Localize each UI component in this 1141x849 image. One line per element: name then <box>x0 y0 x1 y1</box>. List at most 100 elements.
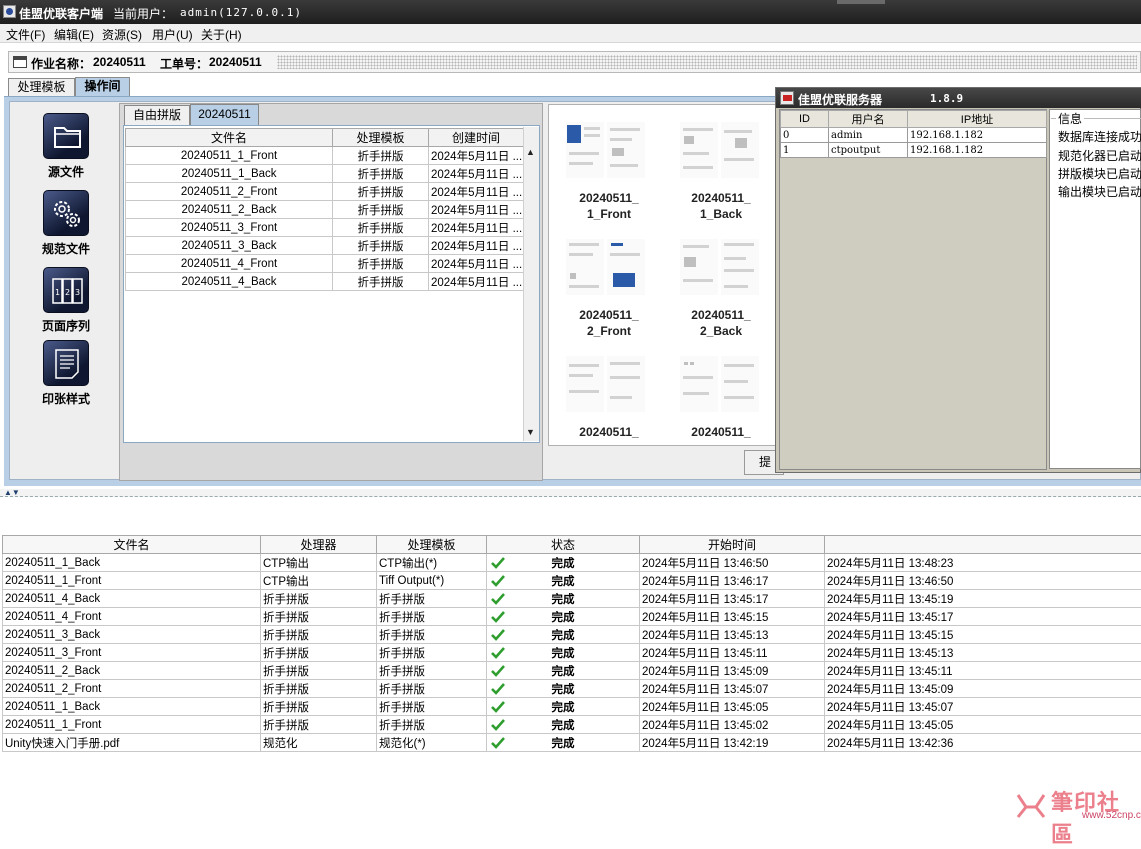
column-header[interactable]: 用户名 <box>829 111 908 128</box>
tab-free-imposition[interactable]: 自由拼版 <box>124 105 190 125</box>
processor-cell: CTP输出 <box>261 554 377 572</box>
tab-job-20240511[interactable]: 20240511 <box>190 104 259 125</box>
column-header[interactable]: 文件名 <box>126 129 333 147</box>
table-row[interactable]: 20240511_1_Front折手拼版2024年5月11日 ... <box>126 147 524 165</box>
end-time-cell: 2024年5月11日 13:42:36 <box>825 734 1141 752</box>
processor-cell: CTP输出 <box>261 572 377 590</box>
table-row[interactable]: 20240511_3_Front折手拼版折手拼版完成2024年5月11日 13:… <box>3 644 1141 662</box>
start-time-cell: 2024年5月11日 13:45:07 <box>640 680 825 698</box>
window-control-button[interactable] <box>837 0 885 4</box>
created-time-cell: 2024年5月11日 ... <box>429 201 524 219</box>
end-time-cell: 2024年5月11日 13:45:07 <box>825 698 1141 716</box>
table-row[interactable]: 20240511_2_Back折手拼版折手拼版完成2024年5月11日 13:4… <box>3 662 1141 680</box>
thumbnail[interactable] <box>680 122 760 180</box>
table-row[interactable]: 20240511_3_Back折手拼版2024年5月11日 ... <box>126 237 524 255</box>
created-time-cell: 2024年5月11日 ... <box>429 219 524 237</box>
tool-normalized-files[interactable]: 规范文件 <box>35 190 97 257</box>
processor-cell: 规范化 <box>261 734 377 752</box>
thumbnail[interactable] <box>680 356 760 414</box>
drag-region[interactable] <box>277 55 1137 69</box>
menu-about[interactable]: 关于(H) <box>201 26 242 43</box>
menu-resources[interactable]: 资源(S) <box>102 26 142 43</box>
folder-icon <box>43 113 89 159</box>
table-row[interactable]: 0admin192.168.1.182 <box>781 128 1047 143</box>
expand-arrows-icon[interactable]: ▲▼ <box>4 488 20 497</box>
username-cell: admin <box>829 128 908 143</box>
column-header[interactable]: 处理模板 <box>377 536 487 554</box>
column-header[interactable] <box>825 536 1141 554</box>
status-cell: 完成 <box>487 716 640 734</box>
gears-icon <box>43 190 89 236</box>
column-header[interactable]: 文件名 <box>3 536 261 554</box>
table-row[interactable]: 20240511_4_Back折手拼版折手拼版完成2024年5月11日 13:4… <box>3 590 1141 608</box>
template-cell: 折手拼版 <box>377 662 487 680</box>
tool-source-files[interactable]: 源文件 <box>35 113 97 180</box>
menu-file[interactable]: 文件(F) <box>6 26 45 43</box>
end-time-cell: 2024年5月11日 13:45:15 <box>825 626 1141 644</box>
table-row[interactable]: Unity快速入门手册.pdf规范化规范化(*)完成2024年5月11日 13:… <box>3 734 1141 752</box>
column-header[interactable]: ID <box>781 111 829 128</box>
menu-bar: 文件(F) 编辑(E) 资源(S) 用户(U) 关于(H) <box>0 24 1141 43</box>
split-pane-divider[interactable]: ▲▼ <box>0 489 1141 497</box>
processor-cell: 折手拼版 <box>261 698 377 716</box>
column-header[interactable]: 开始时间 <box>640 536 825 554</box>
file-name-cell: 20240511_3_Back <box>3 626 261 644</box>
svg-text:2: 2 <box>65 288 70 297</box>
end-time-cell: 2024年5月11日 13:45:09 <box>825 680 1141 698</box>
tool-label: 印张样式 <box>35 390 97 407</box>
table-row[interactable]: 20240511_1_Front折手拼版折手拼版完成2024年5月11日 13:… <box>3 716 1141 734</box>
table-row[interactable]: 20240511_2_Back折手拼版2024年5月11日 ... <box>126 201 524 219</box>
tool-sheet-style[interactable]: 印张样式 <box>35 340 97 407</box>
table-row[interactable]: 20240511_1_BackCTP输出CTP输出(*)完成2024年5月11日… <box>3 554 1141 572</box>
column-header[interactable]: 处理器 <box>261 536 377 554</box>
info-message: 数据库连接成功 <box>1058 128 1141 145</box>
check-icon <box>491 701 505 713</box>
file-name-cell: 20240511_2_Back <box>126 201 333 219</box>
start-time-cell: 2024年5月11日 13:45:11 <box>640 644 825 662</box>
processor-cell: 折手拼版 <box>261 662 377 680</box>
table-row[interactable]: 20240511_2_Front折手拼版折手拼版完成2024年5月11日 13:… <box>3 680 1141 698</box>
table-row[interactable]: 20240511_3_Front折手拼版2024年5月11日 ... <box>126 219 524 237</box>
column-header[interactable]: 处理模板 <box>333 129 429 147</box>
status-text: 完成 <box>552 612 575 624</box>
vertical-scrollbar[interactable]: ▲ ▼ <box>523 127 539 441</box>
end-time-cell: 2024年5月11日 13:45:11 <box>825 662 1141 680</box>
status-cell: 完成 <box>487 662 640 680</box>
check-icon <box>491 737 505 749</box>
table-row[interactable]: 20240511_4_Front折手拼版折手拼版完成2024年5月11日 13:… <box>3 608 1141 626</box>
created-time-cell: 2024年5月11日 ... <box>429 147 524 165</box>
tool-page-sequence[interactable]: 1 2 3 页面序列 <box>35 267 97 334</box>
thumbnail[interactable] <box>566 356 646 414</box>
column-header[interactable]: 状态 <box>487 536 640 554</box>
table-row[interactable]: 1ctpoutput192.168.1.182 <box>781 143 1047 158</box>
menu-user[interactable]: 用户(U) <box>152 26 193 43</box>
thumbnail[interactable] <box>566 239 646 297</box>
scroll-up-arrow-icon[interactable]: ▲ <box>526 147 535 157</box>
ip-cell: 192.168.1.182 <box>908 128 1047 143</box>
file-name-cell: 20240511_4_Front <box>126 255 333 273</box>
scroll-down-arrow-icon[interactable]: ▼ <box>526 427 535 437</box>
column-header[interactable]: 创建时间 <box>429 129 524 147</box>
menu-edit[interactable]: 编辑(E) <box>54 26 94 43</box>
thumbnail[interactable] <box>680 239 760 297</box>
task-table: 文件名 处理器 处理模板 状态 开始时间 20240511_1_BackCTP输… <box>2 535 1141 752</box>
table-row[interactable]: 20240511_4_Front折手拼版2024年5月11日 ... <box>126 255 524 273</box>
created-time-cell: 2024年5月11日 ... <box>429 237 524 255</box>
table-row[interactable]: 20240511_1_Back折手拼版折手拼版完成2024年5月11日 13:4… <box>3 698 1141 716</box>
column-header[interactable]: IP地址 <box>908 111 1047 128</box>
table-row[interactable]: 20240511_4_Back折手拼版2024年5月11日 ... <box>126 273 524 291</box>
table-row[interactable]: 20240511_3_Back折手拼版折手拼版完成2024年5月11日 13:4… <box>3 626 1141 644</box>
server-title-bar[interactable]: 佳盟优联服务器 1.8.9 <box>776 88 1141 108</box>
order-number-label: 工单号： <box>160 55 208 72</box>
file-name-cell: Unity快速入门手册.pdf <box>3 734 261 752</box>
thumbnail[interactable] <box>566 122 646 180</box>
info-message: 输出模块已启动 <box>1058 183 1141 200</box>
template-cell: 折手拼版 <box>377 698 487 716</box>
status-text: 完成 <box>552 594 575 606</box>
table-row[interactable]: 20240511_1_Back折手拼版2024年5月11日 ... <box>126 165 524 183</box>
tab-process-template[interactable]: 处理模板 <box>8 78 75 97</box>
tab-workspace[interactable]: 操作间 <box>75 77 130 97</box>
table-row[interactable]: 20240511_1_FrontCTP输出Tiff Output(*)完成202… <box>3 572 1141 590</box>
page-sequence-icon: 1 2 3 <box>43 267 89 313</box>
table-row[interactable]: 20240511_2_Front折手拼版2024年5月11日 ... <box>126 183 524 201</box>
